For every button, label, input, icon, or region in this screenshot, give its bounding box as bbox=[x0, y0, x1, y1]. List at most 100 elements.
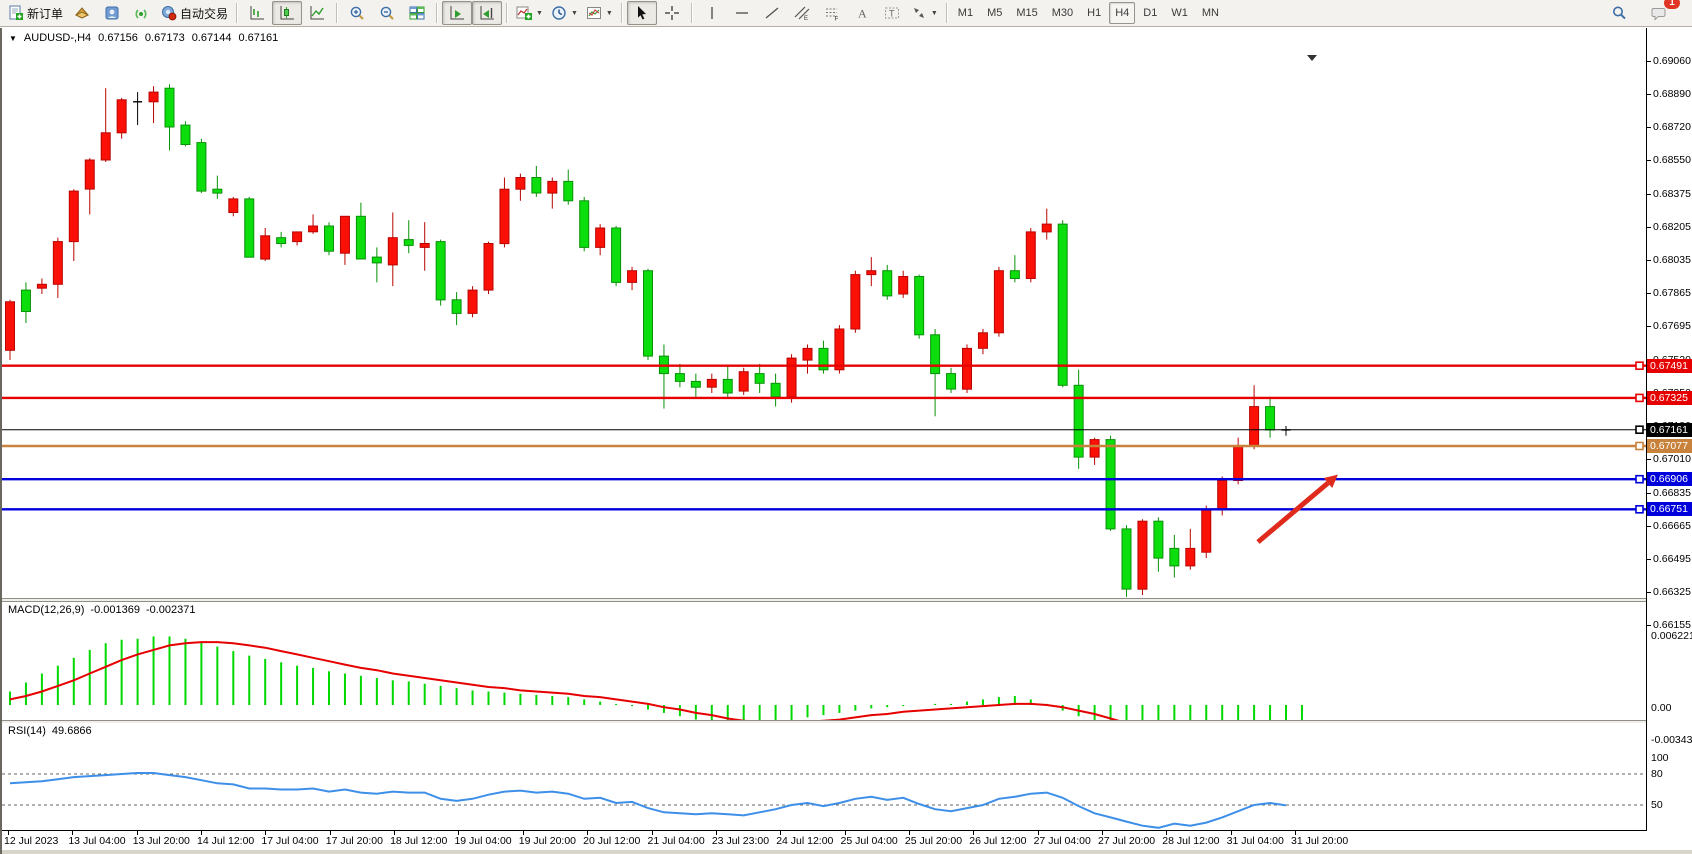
bull-candle bbox=[37, 284, 46, 288]
chart-collapse-icon[interactable]: ▼ bbox=[9, 34, 17, 43]
bar-chart-button[interactable] bbox=[242, 1, 272, 25]
toolbar-separator bbox=[506, 3, 508, 23]
signals-button[interactable] bbox=[127, 1, 157, 25]
timeframe-button-m5[interactable]: M5 bbox=[981, 2, 1008, 24]
toolbar-separator bbox=[691, 3, 693, 23]
autotrading-icon bbox=[161, 5, 177, 21]
line-end-marker[interactable] bbox=[1636, 394, 1643, 401]
zoom-in-button[interactable] bbox=[342, 1, 372, 25]
time-axis-label: 17 Jul 04:00 bbox=[261, 835, 318, 847]
notifications-icon bbox=[1651, 5, 1667, 21]
chart-title: ▼ AUDUSD-,H4 0.67156 0.67173 0.67144 0.6… bbox=[9, 32, 278, 44]
line-end-marker[interactable] bbox=[1636, 476, 1643, 483]
bear-candle bbox=[1266, 407, 1275, 430]
bull-candle bbox=[117, 100, 126, 133]
channel-button[interactable]: E bbox=[787, 1, 817, 25]
bull-candle bbox=[867, 271, 876, 275]
timeframe-group: M1M5M15M30H1H4D1W1MN bbox=[952, 2, 1225, 24]
timeframe-button-h4[interactable]: H4 bbox=[1109, 2, 1135, 24]
templates-button[interactable]: ▼ bbox=[582, 1, 617, 25]
autotrading-button[interactable]: 自动交易 bbox=[157, 1, 232, 25]
candlestick-chart-button[interactable] bbox=[272, 1, 302, 25]
time-axis-label: 23 Jul 23:00 bbox=[712, 835, 769, 847]
bear-candle bbox=[915, 277, 924, 335]
bear-candle bbox=[883, 271, 892, 296]
price-axis[interactable]: 0.690600.688900.687200.685500.683750.682… bbox=[1646, 28, 1692, 831]
market-watch-icon bbox=[104, 5, 120, 21]
bull-candle bbox=[1186, 548, 1195, 566]
line-end-marker[interactable] bbox=[1636, 443, 1643, 450]
bull-candle bbox=[101, 133, 110, 160]
channel-icon: E bbox=[794, 5, 810, 21]
autotrading-label: 自动交易 bbox=[180, 5, 228, 22]
bear-candle bbox=[771, 383, 780, 397]
chart-low-value: 0.67144 bbox=[192, 32, 232, 44]
new-order-icon bbox=[8, 5, 24, 21]
macd-name: MACD(12,26,9) bbox=[8, 604, 84, 616]
macd-axis-tick: 0.006221 bbox=[1651, 630, 1692, 642]
chart-shift-marker[interactable] bbox=[1307, 55, 1317, 61]
timeframe-button-mn[interactable]: MN bbox=[1196, 2, 1225, 24]
line-chart-button[interactable] bbox=[302, 1, 332, 25]
bull-candle bbox=[309, 226, 318, 232]
macd-pane[interactable]: MACD(12,26,9) -0.001369 -0.002371 bbox=[2, 602, 1646, 720]
auto-scroll-button[interactable] bbox=[442, 1, 472, 25]
timeframe-button-m15[interactable]: M15 bbox=[1010, 2, 1043, 24]
macd-signal-value: -0.002371 bbox=[146, 604, 196, 616]
line-end-marker[interactable] bbox=[1636, 362, 1643, 369]
market-watch-button[interactable] bbox=[97, 1, 127, 25]
time-axis[interactable]: 12 Jul 202313 Jul 04:0013 Jul 20:0014 Ju… bbox=[2, 831, 1692, 850]
timeframe-button-m30[interactable]: M30 bbox=[1046, 2, 1079, 24]
profiles-button[interactable] bbox=[67, 1, 97, 25]
time-axis-label: 13 Jul 20:00 bbox=[133, 835, 190, 847]
text-label-button[interactable]: T bbox=[877, 1, 907, 25]
timeframe-button-w1[interactable]: W1 bbox=[1165, 2, 1194, 24]
profiles-icon bbox=[74, 5, 90, 21]
bull-candle bbox=[739, 372, 748, 391]
fibonacci-button[interactable]: F bbox=[817, 1, 847, 25]
rsi-pane[interactable]: RSI(14) 49.6866 bbox=[2, 723, 1646, 830]
bull-candle bbox=[1042, 224, 1051, 232]
price-line-label-current-price: 0.67161 bbox=[1647, 423, 1692, 437]
price-pane[interactable]: ▼ AUDUSD-,H4 0.67156 0.67173 0.67144 0.6… bbox=[2, 28, 1646, 598]
notifications-button[interactable]: 1 bbox=[1644, 1, 1674, 25]
templates-icon bbox=[586, 5, 602, 21]
vertical-line-button[interactable] bbox=[697, 1, 727, 25]
periods-button[interactable]: ▼ bbox=[547, 1, 582, 25]
new-order-button[interactable]: 新订单 bbox=[4, 1, 67, 25]
time-axis-label: 27 Jul 04:00 bbox=[1034, 835, 1091, 847]
line-end-marker[interactable] bbox=[1636, 506, 1643, 513]
cursor-button[interactable] bbox=[627, 1, 657, 25]
horizontal-line-button[interactable] bbox=[727, 1, 757, 25]
bear-candle bbox=[165, 88, 174, 127]
bear-candle bbox=[213, 189, 222, 193]
tile-windows-button[interactable] bbox=[402, 1, 432, 25]
timeframe-button-d1[interactable]: D1 bbox=[1137, 2, 1163, 24]
zoom-in-icon bbox=[349, 5, 365, 21]
line-end-marker[interactable] bbox=[1636, 426, 1643, 433]
bear-candle bbox=[452, 300, 461, 314]
time-axis-label: 31 Jul 20:00 bbox=[1291, 835, 1348, 847]
text-button[interactable]: A bbox=[847, 1, 877, 25]
chart-shift-button[interactable] bbox=[472, 1, 502, 25]
text-label-icon: T bbox=[884, 5, 900, 21]
price-chart-canvas[interactable] bbox=[2, 28, 1646, 598]
zoom-out-button[interactable] bbox=[372, 1, 402, 25]
indicators-button[interactable]: ▼ bbox=[512, 1, 547, 25]
crosshair-button[interactable] bbox=[657, 1, 687, 25]
price-axis-tick: 0.66835 bbox=[1653, 487, 1691, 499]
bull-candle bbox=[899, 277, 908, 295]
search-button[interactable] bbox=[1604, 1, 1634, 25]
trendline-icon bbox=[764, 5, 780, 21]
new-order-label: 新订单 bbox=[27, 5, 63, 22]
trendline-button[interactable] bbox=[757, 1, 787, 25]
trend-arrow-shaft[interactable] bbox=[1258, 483, 1328, 542]
price-axis-tick: 0.68720 bbox=[1653, 121, 1691, 133]
time-axis-label: 13 Jul 04:00 bbox=[68, 835, 125, 847]
chart-symbol-period: AUDUSD-,H4 bbox=[24, 32, 91, 44]
arrows-button[interactable]: ▼ bbox=[907, 1, 942, 25]
bear-candle bbox=[564, 181, 573, 200]
bear-candle bbox=[325, 226, 334, 251]
timeframe-button-h1[interactable]: H1 bbox=[1081, 2, 1107, 24]
timeframe-button-m1[interactable]: M1 bbox=[952, 2, 979, 24]
